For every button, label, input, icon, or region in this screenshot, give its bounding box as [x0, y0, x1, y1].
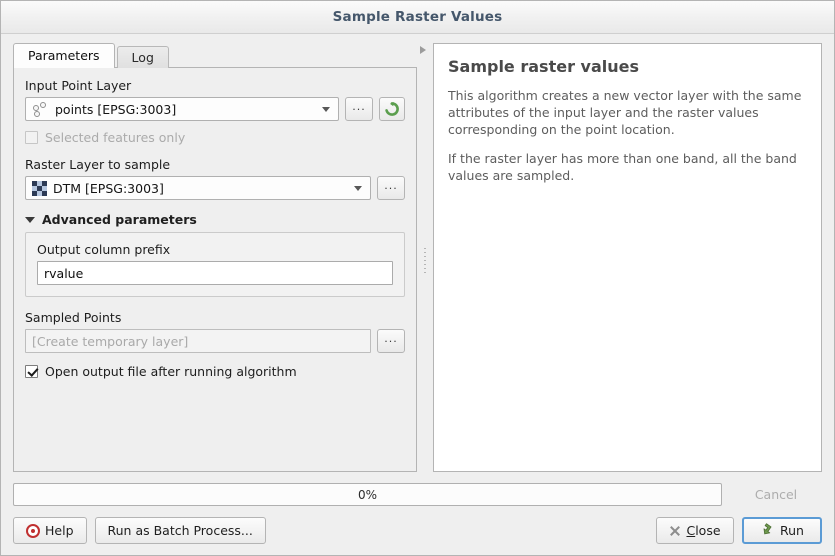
open-output-row[interactable]: Open output file after running algorithm: [25, 364, 405, 379]
dialog-footer: 0% Cancel Help Run as Batch Process... C…: [1, 472, 834, 555]
output-column-prefix-label: Output column prefix: [37, 242, 393, 257]
input-point-layer-value: points [EPSG:3003]: [55, 102, 322, 117]
panel-splitter[interactable]: [417, 43, 433, 472]
run-arrow-icon: [760, 523, 775, 538]
input-point-layer-browse-button[interactable]: ...: [345, 97, 373, 121]
tab-parameters-label: Parameters: [28, 48, 100, 63]
sampled-points-browse-button[interactable]: ...: [377, 329, 405, 353]
lifebuoy-help-icon: [26, 524, 40, 538]
parameters-panel: Input Point Layer points [EPSG:3003] ...: [13, 67, 417, 472]
raster-layer-value: DTM [EPSG:3003]: [53, 181, 354, 196]
cancel-button: Cancel: [730, 481, 822, 508]
raster-layer-label: Raster Layer to sample: [25, 157, 405, 172]
output-column-prefix-value: rvalue: [44, 266, 83, 281]
close-button[interactable]: Close: [656, 517, 734, 544]
sampled-points-input[interactable]: [Create temporary layer]: [25, 329, 371, 353]
input-point-layer-browse-label: ...: [352, 100, 366, 113]
run-button[interactable]: Run: [742, 517, 822, 544]
open-output-checkbox[interactable]: [25, 365, 38, 378]
sampled-points-label: Sampled Points: [25, 310, 405, 325]
help-button[interactable]: Help: [13, 517, 87, 544]
button-bar-right: Close Run: [648, 517, 822, 544]
run-as-batch-process-button[interactable]: Run as Batch Process...: [95, 517, 266, 544]
raster-layer-icon: [32, 181, 47, 196]
points-layer-icon: [32, 102, 49, 117]
selected-features-only-label: Selected features only: [45, 130, 185, 145]
progress-text: 0%: [358, 488, 377, 502]
selected-features-only-checkbox: [25, 131, 38, 144]
selected-features-only-row: Selected features only: [25, 130, 405, 145]
algorithm-help-panel: Sample raster values This algorithm crea…: [433, 43, 822, 472]
run-button-label: Run: [780, 523, 804, 538]
advanced-parameters-group: Output column prefix rvalue: [25, 232, 405, 297]
tab-log[interactable]: Log: [117, 46, 169, 68]
triangle-down-icon: [25, 217, 35, 223]
sampled-points-browse-label: ...: [384, 332, 398, 345]
dialog-title: Sample Raster Values: [333, 9, 503, 25]
close-button-label: Close: [686, 523, 720, 538]
raster-layer-browse-button[interactable]: ...: [377, 176, 405, 200]
close-button-rest: lose: [695, 523, 720, 538]
parameters-tabwidget: Parameters Log Input Point Layer: [13, 43, 417, 472]
progress-row: 0% Cancel: [13, 481, 822, 508]
help-paragraph-2: If the raster layer has more than one ba…: [448, 151, 807, 185]
advanced-parameters-title: Advanced parameters: [42, 212, 197, 227]
dialog-body: Parameters Log Input Point Layer: [1, 34, 834, 472]
help-button-label: Help: [45, 523, 74, 538]
input-point-layer-label: Input Point Layer: [25, 78, 405, 93]
input-point-layer-combo[interactable]: points [EPSG:3003]: [25, 97, 339, 121]
run-as-batch-process-label: Run as Batch Process...: [108, 523, 253, 538]
sample-raster-values-dialog: Sample Raster Values Parameters Log Inpu…: [0, 0, 835, 556]
dialog-button-bar: Help Run as Batch Process... Close Run: [13, 517, 822, 544]
advanced-parameters-header[interactable]: Advanced parameters: [25, 212, 405, 227]
chevron-down-icon: [354, 186, 362, 191]
raster-layer-combo[interactable]: DTM [EPSG:3003]: [25, 176, 371, 200]
help-paragraph-1: This algorithm creates a new vector laye…: [448, 88, 807, 138]
tab-bar: Parameters Log: [13, 43, 417, 68]
output-column-prefix-input[interactable]: rvalue: [37, 261, 393, 285]
progress-bar: 0%: [13, 483, 722, 506]
sampled-points-placeholder: [Create temporary layer]: [32, 334, 188, 349]
splitter-grip[interactable]: [424, 248, 426, 274]
dialog-titlebar: Sample Raster Values: [1, 1, 834, 34]
collapse-right-arrow-icon[interactable]: [420, 46, 426, 54]
open-output-label: Open output file after running algorithm: [45, 364, 297, 379]
close-button-mnemonic: C: [686, 523, 695, 538]
raster-layer-browse-label: ...: [384, 179, 398, 192]
iterate-refresh-icon: [384, 101, 400, 117]
chevron-down-icon: [322, 107, 330, 112]
iterate-refresh-button[interactable]: [379, 97, 405, 121]
tab-log-label: Log: [132, 50, 154, 65]
tab-parameters[interactable]: Parameters: [13, 43, 115, 68]
sampled-points-row: [Create temporary layer] ...: [25, 329, 405, 353]
close-x-icon: [669, 525, 681, 537]
raster-layer-row: DTM [EPSG:3003] ...: [25, 176, 405, 200]
help-title: Sample raster values: [448, 57, 807, 76]
input-point-layer-row: points [EPSG:3003] ...: [25, 97, 405, 121]
cancel-button-label: Cancel: [755, 487, 797, 502]
